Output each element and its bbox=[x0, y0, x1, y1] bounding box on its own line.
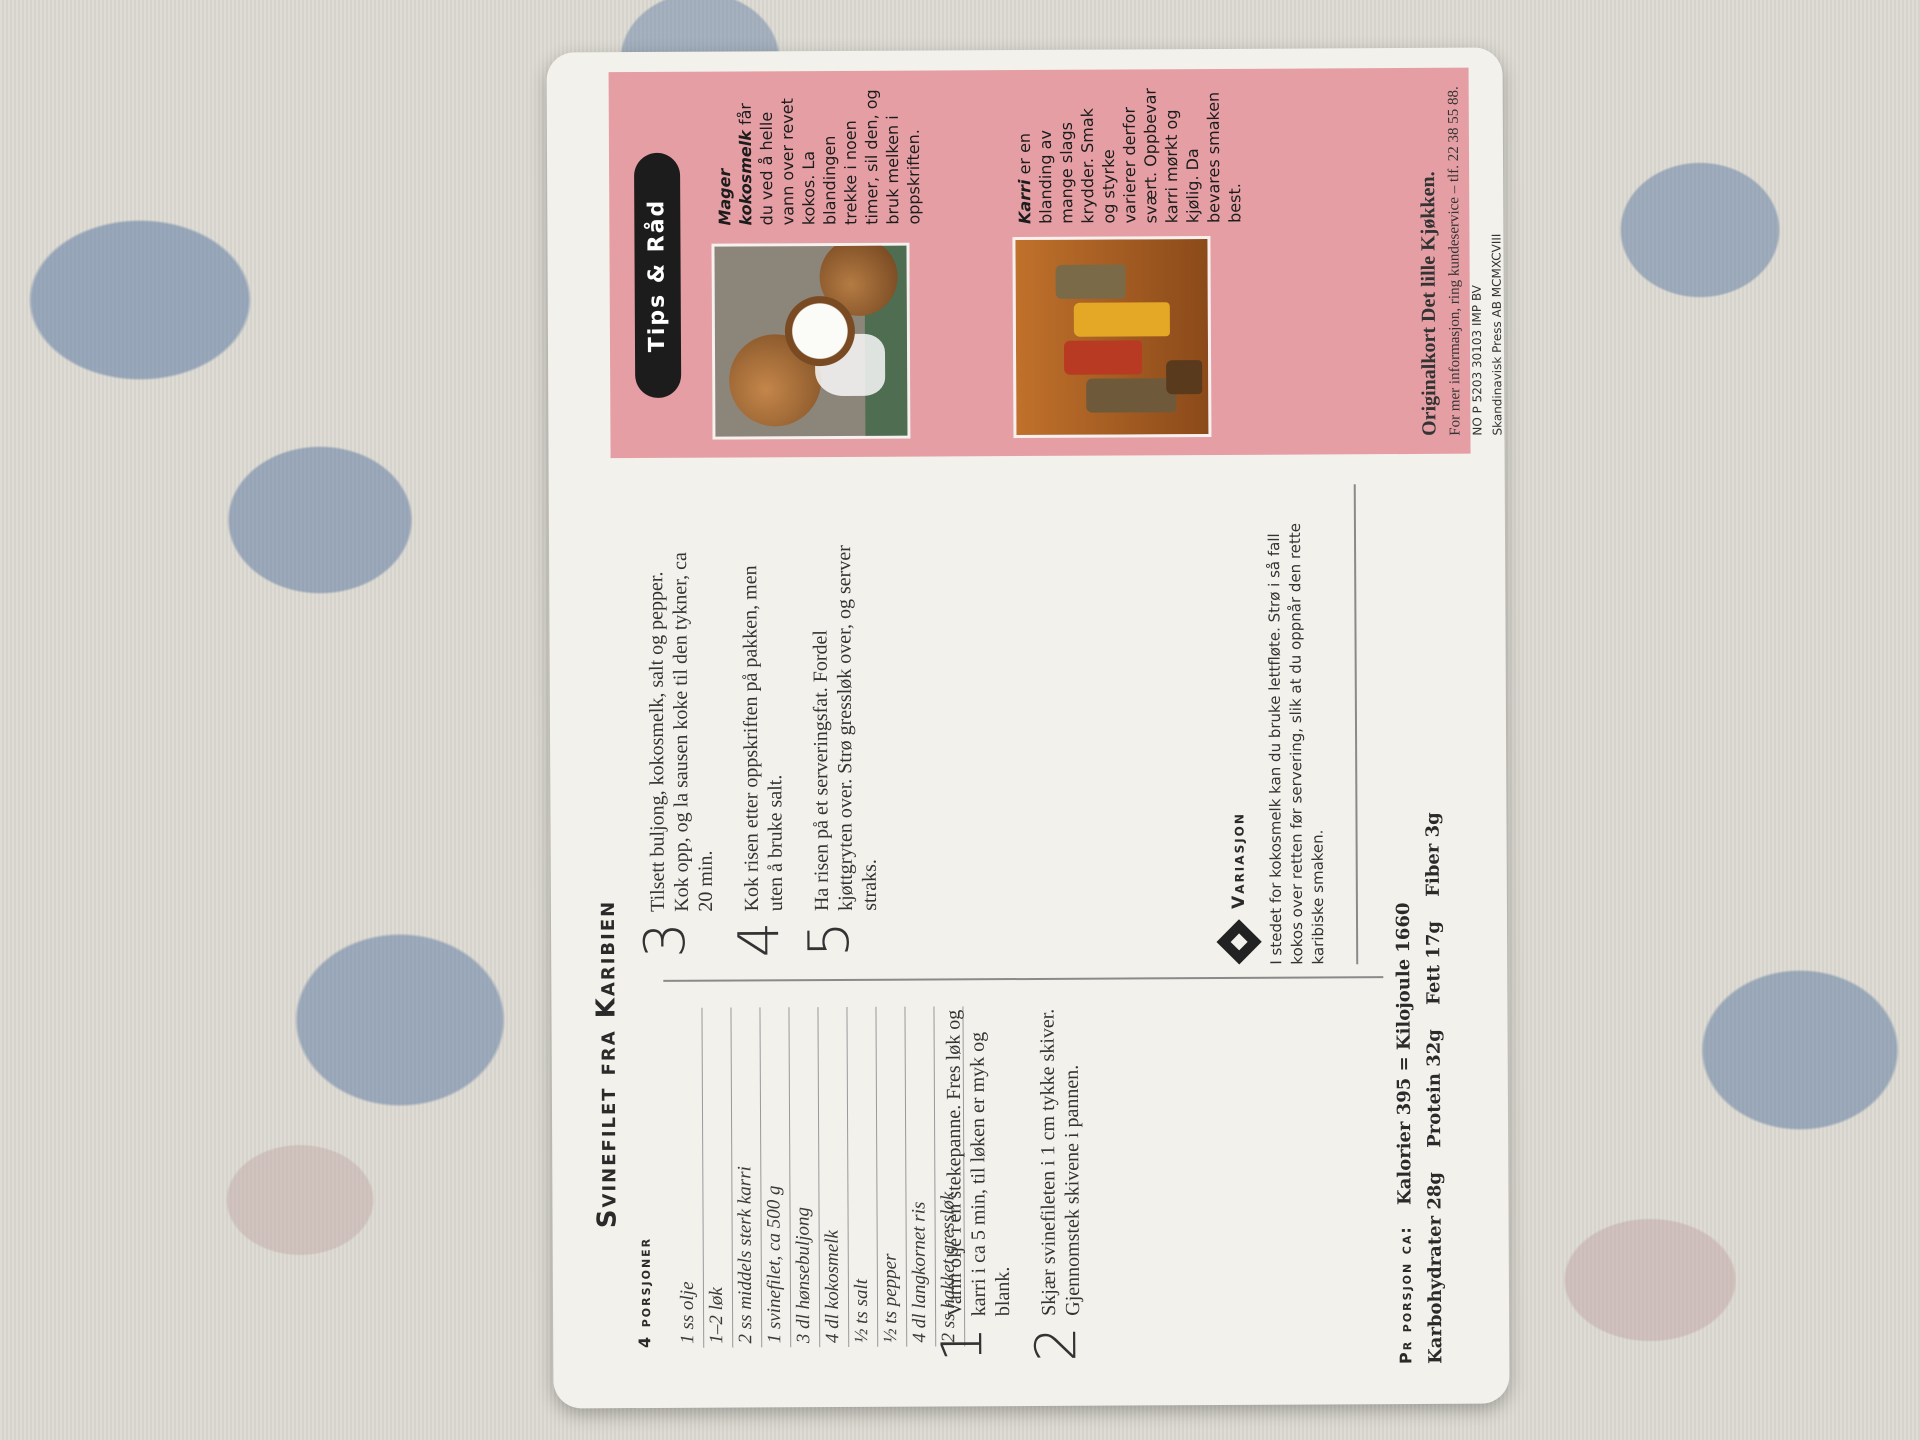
spice-jars-photo bbox=[1012, 236, 1212, 439]
step-number: 3 bbox=[633, 922, 699, 959]
nutrition-calories: Kalorier 395 = Kilojoule 1660 bbox=[1392, 902, 1416, 1206]
step-5: 5 Ha risen på et serveringsfat. Fordel k… bbox=[797, 541, 882, 961]
step-text: Varm olje i en stekepanne. Fres løk og k… bbox=[942, 1009, 1015, 1317]
step-1: 1 Varm olje i en stekepanne. Fres løk og… bbox=[930, 1006, 1015, 1366]
diamond-icon bbox=[1216, 919, 1262, 965]
tip-coconut-milk: Mager kokosmelk får du ved å helle vann … bbox=[714, 85, 925, 226]
ingredient-list: 1 ss olje 1–2 løk 2 ss middels sterk kar… bbox=[673, 1006, 966, 1348]
ingredient-item: 4 dl langkornet ris bbox=[905, 1006, 937, 1347]
variation-heading: Variasjon bbox=[1228, 812, 1249, 909]
ingredient-item: 4 dl kokosmelk bbox=[818, 1006, 850, 1348]
tip-coconut-bold: Mager kokosmelk bbox=[715, 130, 756, 226]
step-number: 5 bbox=[797, 921, 863, 958]
ingredient-item: ½ ts salt bbox=[847, 1006, 879, 1347]
step-4: 4 Kok risen etter oppskriften på pakken,… bbox=[727, 541, 792, 961]
tips-panel: Tips & Råd Mager kokosmelk får du ved å … bbox=[608, 67, 1471, 459]
ingredient-item: 1–2 løk bbox=[702, 1007, 734, 1348]
step-text: Ha risen på et serveringsfat. Fordel kjø… bbox=[809, 545, 881, 912]
step-text: Skjær svinefileten i 1 cm tykke skiver. … bbox=[1036, 1008, 1085, 1316]
steps-right: 3 Tilsett buljong, kokosmelk, salt og pe… bbox=[633, 541, 904, 962]
steps-left: 1 Varm olje i en stekepanne. Fres løk og… bbox=[930, 1006, 1107, 1367]
variation-box: Variasjon I stedet for kokosmelk kan du … bbox=[1214, 494, 1329, 965]
recipe-title: Svinefilet fra Karibien bbox=[590, 899, 623, 1229]
tips-badge: Tips & Råd bbox=[633, 152, 682, 399]
tip-coconut-text: får du ved å helle vann over revet kokos… bbox=[735, 89, 924, 226]
ingredient-item: 2 ss middels sterk karri bbox=[731, 1007, 763, 1348]
nutrition-protein: Protein 32g bbox=[1423, 1029, 1446, 1148]
column-divider bbox=[663, 976, 1384, 982]
step-text: Tilsett buljong, kokosmelk, salt og pepp… bbox=[645, 552, 717, 912]
step-2: 2 Skjær svinefileten i 1 cm tykke skiver… bbox=[1024, 1006, 1089, 1366]
section-divider bbox=[1353, 484, 1358, 965]
coconut-photo bbox=[711, 242, 911, 440]
servings-label: 4 porsjoner bbox=[634, 1236, 655, 1349]
nutrition-fiber: Fiber 3g bbox=[1422, 812, 1444, 897]
publisher-code: Skandinavisk Press AB MCMXCVIII bbox=[1489, 233, 1505, 436]
variation-header: Variasjon bbox=[1214, 495, 1262, 965]
nutrition-fat: Fett 17g bbox=[1423, 921, 1445, 1005]
print-code: NO P 5203 30103 IMP BV bbox=[1469, 284, 1485, 436]
step-text: Kok risen etter oppskriften på pakken, m… bbox=[739, 565, 787, 912]
card-content: Svinefilet fra Karibien 4 porsjoner 1 ss… bbox=[546, 48, 1509, 1409]
ingredient-item: ½ ts pepper bbox=[876, 1006, 908, 1347]
nutrition-label: Pr porsjon ca: bbox=[1395, 1225, 1416, 1365]
step-3: 3 Tilsett buljong, kokosmelk, salt og pe… bbox=[633, 542, 718, 962]
recipe-card: Svinefilet fra Karibien 4 porsjoner 1 ss… bbox=[546, 47, 1510, 1409]
nutrition-carbs: Karbohydrater 28g bbox=[1424, 1172, 1447, 1364]
contact-info: For mer informasjon, ring kundeservice –… bbox=[1445, 86, 1464, 436]
ingredient-item: 1 svinefilet, ca 500 g bbox=[760, 1007, 792, 1348]
tip-curry: Karri er en blanding av mange slags kryd… bbox=[1014, 83, 1246, 224]
origin-label: Originalkort Det lille Kjøkken. bbox=[1417, 171, 1441, 436]
card-footer: Originalkort Det lille Kjøkken. For mer … bbox=[1417, 68, 1506, 436]
tip-curry-text: er en blanding av mange slags krydder. S… bbox=[1014, 88, 1245, 224]
step-number: 4 bbox=[727, 921, 793, 958]
variation-text: I stedet for kokosmelk kan du bruke lett… bbox=[1264, 522, 1328, 965]
nutrition-info: Pr porsjon ca: Kalorier 395 = Kilojoule … bbox=[1388, 812, 1451, 1364]
ingredient-item: 1 ss olje bbox=[673, 1007, 705, 1348]
ingredient-item: 3 dl hønsebuljong bbox=[789, 1007, 821, 1348]
step-number: 1 bbox=[930, 1326, 996, 1363]
step-number: 2 bbox=[1024, 1326, 1090, 1363]
tip-curry-bold: Karri bbox=[1015, 179, 1035, 225]
